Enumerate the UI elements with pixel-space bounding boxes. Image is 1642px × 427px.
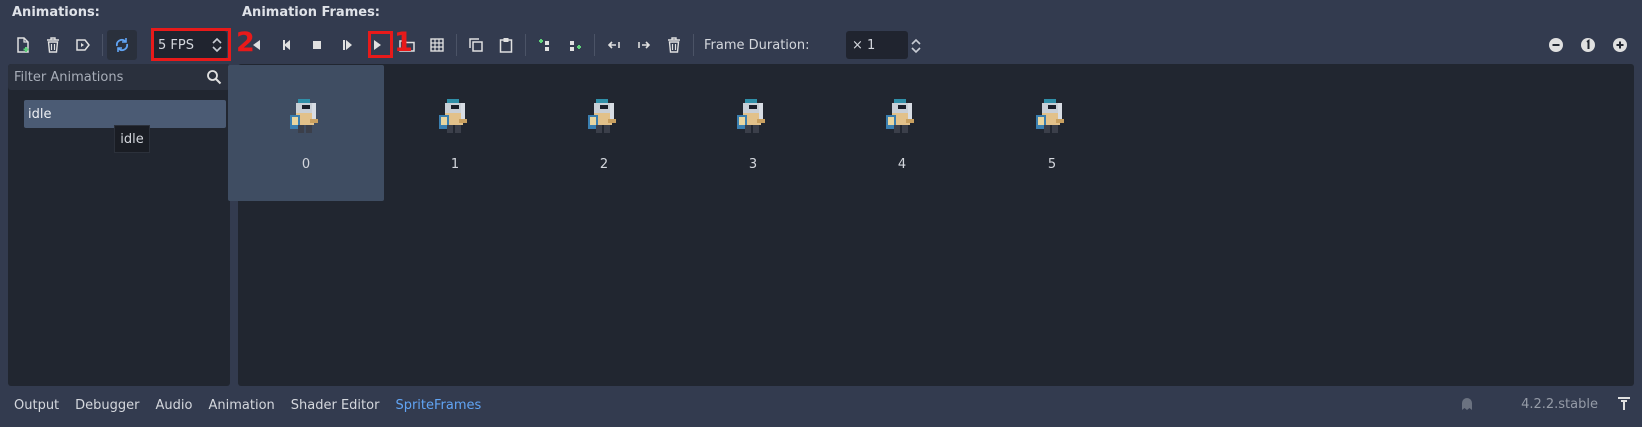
animations-header: Animations:	[12, 5, 100, 20]
animation-frames-header: Animation Frames:	[242, 5, 381, 20]
copy-frame-button[interactable]	[461, 30, 491, 60]
version-label: 4.2.2.stable	[1521, 397, 1598, 412]
copy-icon	[469, 38, 483, 52]
step-forward-icon	[343, 40, 352, 50]
frame-duration-value: × 1	[852, 37, 876, 53]
play-icon	[374, 40, 381, 50]
new-file-icon	[17, 37, 29, 53]
knight-sprite-icon	[588, 99, 616, 133]
trash-icon	[47, 37, 59, 53]
frame-cell[interactable]: 1	[377, 65, 533, 201]
grid-icon	[430, 38, 444, 52]
insert-after-button[interactable]	[560, 30, 590, 60]
frame-duration-spinbox[interactable]: × 1	[846, 31, 908, 59]
new-animation-button[interactable]	[8, 30, 38, 60]
zoom-out-icon	[1549, 38, 1563, 52]
play-backwards-button[interactable]	[272, 30, 302, 60]
zoom-reset-button[interactable]	[1576, 33, 1600, 57]
toolbar-separator	[456, 34, 457, 56]
move-left-icon	[607, 41, 620, 49]
tab-animation[interactable]: Animation	[208, 398, 274, 413]
play-backwards-icon	[253, 40, 260, 50]
trash-icon	[668, 37, 680, 53]
frame-index: 4	[897, 157, 907, 172]
frame-duration-label: Frame Duration:	[704, 37, 810, 53]
knight-sprite-icon	[290, 99, 318, 133]
paste-frame-button[interactable]	[491, 30, 521, 60]
zoom-reset-icon	[1581, 38, 1595, 52]
toolbar-separator	[594, 34, 595, 56]
tab-audio[interactable]: Audio	[156, 398, 193, 413]
stop-button[interactable]	[302, 30, 332, 60]
move-right-icon	[638, 41, 651, 49]
fps-spinbox[interactable]: 5 FPS	[152, 31, 227, 59]
frame-cell[interactable]: 0	[228, 65, 384, 201]
toolbar-separator	[693, 34, 694, 56]
tab-output[interactable]: Output	[14, 398, 59, 413]
spin-arrows-icon[interactable]	[211, 35, 223, 55]
loop-icon	[116, 38, 128, 52]
frame-cell[interactable]: 5	[974, 65, 1130, 201]
filter-placeholder: Filter Animations	[14, 69, 124, 85]
zoom-in-icon	[1613, 38, 1627, 52]
spin-arrows-icon[interactable]	[910, 36, 922, 56]
knight-sprite-icon	[886, 99, 914, 133]
knight-sprite-icon	[737, 99, 765, 133]
move-right-button[interactable]	[629, 30, 659, 60]
tab-shader-editor[interactable]: Shader Editor	[291, 398, 380, 413]
frame-index: 3	[748, 157, 758, 172]
frame-index: 5	[1047, 157, 1057, 172]
toolbar-separator	[102, 34, 103, 56]
step-backward-icon	[283, 40, 290, 50]
frame-index: 1	[450, 157, 460, 172]
add-frames-from-sheet-button[interactable]	[422, 30, 452, 60]
frame-cell[interactable]: 4	[824, 65, 980, 201]
insert-after-icon	[570, 41, 581, 51]
frame-cell[interactable]: 2	[526, 65, 682, 201]
frame-index: 0	[301, 157, 311, 172]
knight-sprite-icon	[1036, 99, 1064, 133]
play-from-start-button[interactable]	[332, 30, 362, 60]
loop-toggle-button[interactable]	[107, 30, 137, 60]
annotation-number-1: 1	[394, 27, 413, 58]
play-backwards-from-end-button[interactable]	[242, 30, 272, 60]
animation-name: idle	[28, 106, 52, 122]
autoplay-icon	[76, 39, 90, 51]
stop-icon	[313, 41, 321, 49]
ghost-icon	[1462, 398, 1472, 410]
tooltip: idle	[114, 125, 150, 153]
knight-sprite-icon	[439, 99, 467, 133]
insert-before-button[interactable]	[530, 30, 560, 60]
move-left-button[interactable]	[599, 30, 629, 60]
tab-spriteframes[interactable]: SpriteFrames	[395, 398, 481, 413]
toolbar-separator	[525, 34, 526, 56]
delete-animation-button[interactable]	[38, 30, 68, 60]
zoom-out-button[interactable]	[1544, 33, 1568, 57]
pin-panel-icon[interactable]	[1616, 396, 1632, 412]
search-icon	[207, 70, 222, 85]
autoplay-on-load-button[interactable]	[68, 30, 98, 60]
zoom-in-button[interactable]	[1608, 33, 1632, 57]
filter-animations-input[interactable]: Filter Animations	[8, 64, 230, 90]
delete-frame-button[interactable]	[659, 30, 689, 60]
fps-value: 5 FPS	[158, 37, 194, 53]
paste-icon	[499, 38, 513, 53]
tab-debugger[interactable]: Debugger	[75, 398, 139, 413]
frame-index: 2	[599, 157, 609, 172]
animation-item-idle[interactable]: idle	[24, 100, 226, 128]
insert-before-icon	[539, 39, 549, 51]
play-button[interactable]	[362, 30, 392, 60]
frame-cell[interactable]: 3	[675, 65, 831, 201]
bottom-panel-tabs: Output Debugger Audio Animation Shader E…	[0, 390, 1642, 420]
